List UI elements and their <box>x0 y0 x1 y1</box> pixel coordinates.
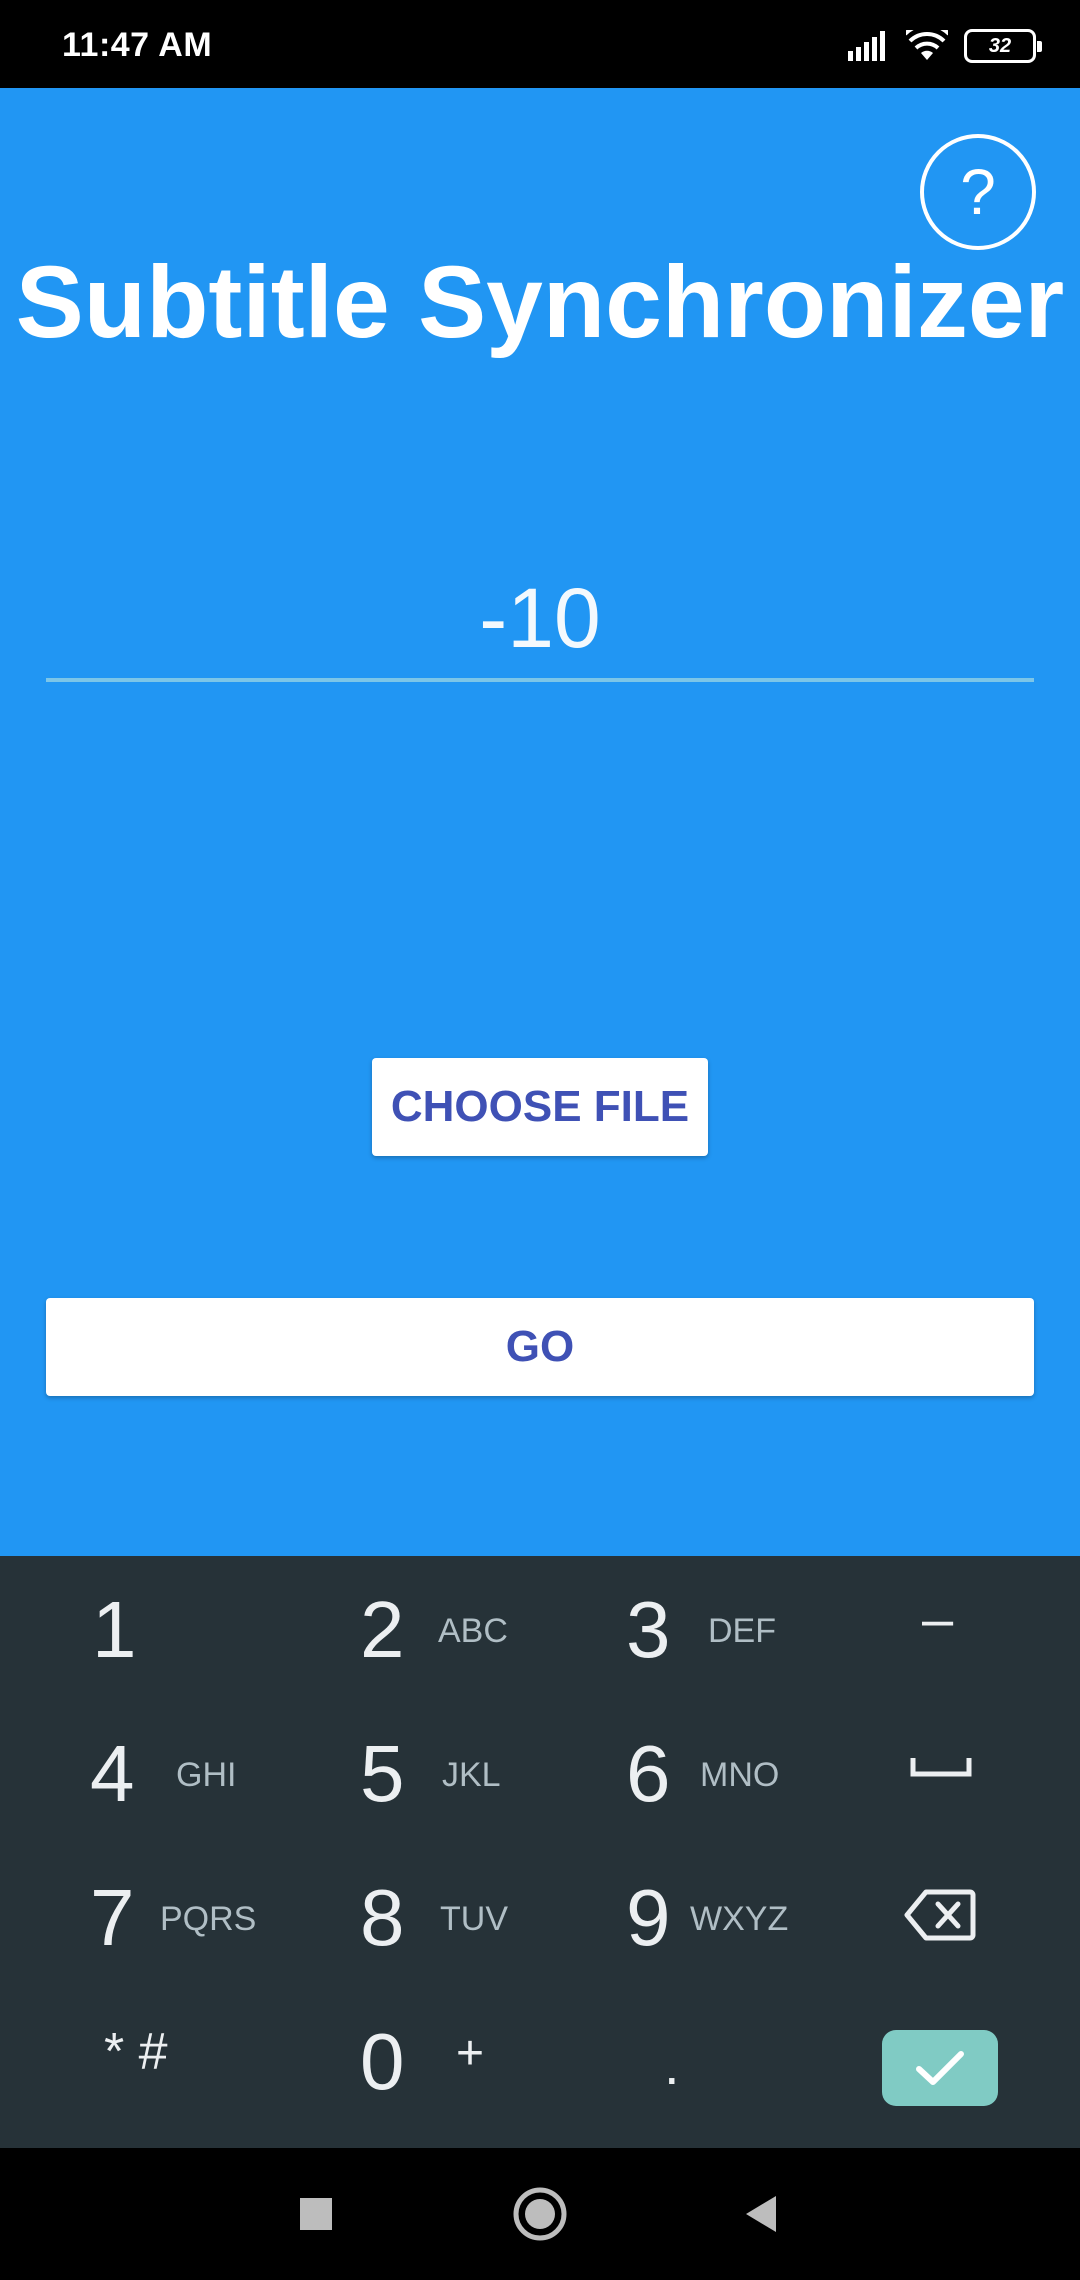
key-0[interactable]: 0 + <box>270 1988 540 2132</box>
key-letters: GHI <box>176 1756 237 1794</box>
recent-apps-icon <box>300 2198 332 2230</box>
key-digit: 6 <box>626 1729 671 1818</box>
status-bar: 11:47 AM 32 <box>0 0 1080 88</box>
key-backspace[interactable] <box>810 1844 1080 1988</box>
key-2[interactable]: 2 ABC <box>270 1556 540 1700</box>
status-time: 11:47 AM <box>62 26 213 64</box>
key-digit: 3 <box>626 1585 671 1674</box>
space-icon <box>910 1758 972 1777</box>
go-button[interactable]: GO <box>46 1298 1034 1396</box>
key-digit: 0 <box>360 2017 405 2106</box>
page-title: Subtitle Synchronizer <box>15 245 1065 359</box>
check-icon <box>916 2051 964 2085</box>
key-digit: 2 <box>360 1585 405 1674</box>
key-digit: 5 <box>360 1729 405 1818</box>
numeric-keyboard: 1 2 ABC 3 DEF – 4 GHI 5 JKL 6 MNO 7 PQRS… <box>0 1556 1080 2148</box>
signal-icon <box>848 31 885 61</box>
home-button[interactable] <box>510 2184 570 2244</box>
help-icon: ? <box>960 156 996 228</box>
status-icons: 32 <box>848 28 1042 64</box>
key-4[interactable]: 4 GHI <box>0 1700 270 1844</box>
dot-label: . <box>664 2033 680 2096</box>
battery-level: 32 <box>988 34 1012 57</box>
key-dot[interactable]: . <box>540 1988 810 2132</box>
nav-bar <box>0 2148 1080 2280</box>
backspace-icon <box>904 1889 976 1941</box>
wifi-icon <box>906 30 948 60</box>
key-digit: 9 <box>626 1873 671 1962</box>
key-digit: 7 <box>90 1873 135 1962</box>
key-5[interactable]: 5 JKL <box>270 1700 540 1844</box>
key-letters: PQRS <box>160 1900 257 1938</box>
key-letters: ABC <box>438 1612 508 1650</box>
key-letters: WXYZ <box>690 1900 789 1938</box>
back-button[interactable] <box>730 2184 790 2244</box>
battery-icon: 32 <box>964 29 1042 63</box>
back-icon <box>746 2196 776 2232</box>
key-letters: TUV <box>440 1900 508 1938</box>
plus-label: + <box>456 2027 485 2080</box>
key-digit: 8 <box>360 1873 405 1962</box>
key-9[interactable]: 9 WXYZ <box>540 1844 810 1988</box>
key-8[interactable]: 8 TUV <box>270 1844 540 1988</box>
help-button[interactable]: ? <box>920 134 1036 250</box>
offset-input[interactable] <box>46 558 1034 682</box>
key-minus[interactable]: – <box>810 1556 1080 1700</box>
star-hash-label: * # <box>104 2023 168 2081</box>
key-star-hash[interactable]: * # <box>0 1988 270 2132</box>
key-space[interactable] <box>810 1700 1080 1844</box>
key-letters: MNO <box>700 1756 780 1794</box>
app-screen: ? Subtitle Synchronizer CHOOSE FILE GO <box>0 88 1080 1556</box>
done-button[interactable] <box>882 2030 998 2106</box>
key-1[interactable]: 1 <box>0 1556 270 1700</box>
key-letters: JKL <box>442 1756 501 1794</box>
choose-file-button[interactable]: CHOOSE FILE <box>372 1058 708 1156</box>
key-7[interactable]: 7 PQRS <box>0 1844 270 1988</box>
key-letters: DEF <box>708 1612 776 1650</box>
key-6[interactable]: 6 MNO <box>540 1700 810 1844</box>
key-digit: 4 <box>90 1729 135 1818</box>
minus-icon: – <box>922 1587 954 1650</box>
key-digit: 1 <box>92 1585 137 1674</box>
recent-apps-button[interactable] <box>286 2184 346 2244</box>
key-3[interactable]: 3 DEF <box>540 1556 810 1700</box>
home-icon <box>513 2187 567 2241</box>
